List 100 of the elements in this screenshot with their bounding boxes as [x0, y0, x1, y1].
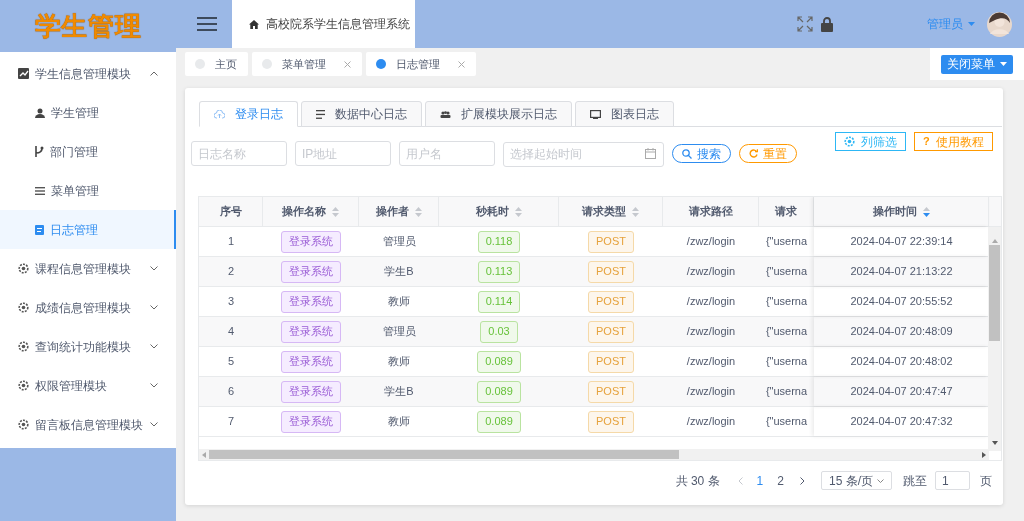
- table-cell-text: 教师: [388, 414, 410, 430]
- page-tag[interactable]: 菜单管理: [252, 52, 362, 76]
- scroll-up-icon[interactable]: [991, 239, 998, 243]
- page-jump-field[interactable]: 1: [935, 471, 970, 490]
- sort-icon[interactable]: [632, 206, 639, 217]
- table-cell-text: {"userna: [765, 294, 808, 310]
- tag: POST: [588, 380, 634, 403]
- column-header: 请求路径: [663, 197, 759, 226]
- menu-item[interactable]: 学生管理: [0, 93, 176, 132]
- tag: POST: [588, 230, 634, 253]
- tag: 登录系统: [281, 230, 341, 253]
- monitor-icon: [590, 109, 601, 119]
- chevron-down-icon: [150, 305, 158, 310]
- table-cell-text: /zwz/login: [686, 264, 736, 280]
- tab[interactable]: 扩展模块展示日志: [425, 101, 572, 127]
- gear-icon: [18, 302, 29, 313]
- chevron-down-icon: [150, 266, 158, 271]
- scroll-down-icon[interactable]: [991, 441, 998, 445]
- close-icon[interactable]: [458, 60, 465, 68]
- fullscreen-icon[interactable]: [797, 16, 813, 32]
- scroll-right-icon[interactable]: [982, 451, 986, 458]
- tag: 0.113: [477, 260, 521, 283]
- sort-icon[interactable]: [414, 206, 422, 217]
- tag: 0.089: [477, 410, 521, 433]
- table-cell-text: {"userna: [765, 264, 808, 280]
- table-cell-text: {"userna: [765, 384, 808, 400]
- tag: 登录系统: [281, 320, 341, 343]
- menu-group[interactable]: 课程信息管理模块: [0, 249, 176, 288]
- caret-icon: [968, 22, 975, 26]
- menu-item[interactable]: 部门管理: [0, 132, 176, 171]
- list-icon: [316, 109, 325, 119]
- table-cell-text: /zwz/login: [686, 294, 736, 310]
- search-field[interactable]: 用户名: [399, 141, 495, 166]
- table-cell-text: 2: [227, 264, 235, 280]
- gear-icon: [18, 380, 29, 391]
- table-cell-text: 2024-04-07 20:55:52: [850, 294, 953, 310]
- tab[interactable]: 登录日志: [199, 101, 298, 127]
- table-cell-text: 管理员: [382, 234, 416, 250]
- tag: 登录系统: [281, 260, 341, 283]
- close-icon[interactable]: [344, 60, 351, 68]
- page-size-select[interactable]: 15 条/页: [821, 471, 892, 490]
- settings-icon: [844, 136, 855, 147]
- gear-icon: [18, 263, 29, 274]
- avatar[interactable]: [987, 11, 1012, 37]
- tag: 0.114: [477, 290, 521, 313]
- column-header[interactable]: 操作时间: [814, 197, 989, 226]
- menu-group[interactable]: 留言板信息管理模块: [0, 405, 176, 444]
- tag: 0.118: [477, 230, 521, 253]
- page-tag[interactable]: 日志管理: [366, 52, 476, 76]
- menu-group[interactable]: 权限管理模块: [0, 366, 176, 405]
- table-cell-text: {"userna: [765, 234, 808, 250]
- jump-label: 跳至: [903, 472, 927, 490]
- chevron-down-icon: [150, 344, 158, 349]
- tag: 登录系统: [281, 290, 341, 313]
- document-icon: [35, 224, 44, 235]
- vertical-scrollbar-thumb[interactable]: [989, 245, 1000, 341]
- table-cell-text: {"userna: [765, 324, 808, 340]
- table-cell-text: {"userna: [765, 354, 808, 370]
- sort-icon[interactable]: [332, 206, 339, 217]
- sort-icon[interactable]: [514, 206, 522, 217]
- menu-group[interactable]: 查询统计功能模块: [0, 327, 176, 366]
- column-header[interactable]: 操作名称: [263, 197, 359, 226]
- page-suffix: 页: [980, 472, 992, 490]
- search-field[interactable]: 日志名称: [191, 141, 287, 166]
- tag: POST: [588, 290, 634, 313]
- gear-icon: [18, 341, 29, 352]
- table-cell-text: 2024-04-07 21:13:22: [850, 264, 953, 280]
- table-cell-text: /zwz/login: [686, 384, 736, 400]
- tab[interactable]: 数据中心日志: [301, 101, 422, 127]
- tag: POST: [588, 260, 634, 283]
- table-cell-text: 4: [227, 324, 235, 340]
- tag: 0.089: [477, 380, 521, 403]
- table-cell-text: 教师: [388, 354, 410, 370]
- tag: POST: [588, 350, 634, 373]
- lock-icon[interactable]: [821, 16, 833, 32]
- scroll-left-icon[interactable]: [202, 451, 206, 458]
- page-button[interactable]: 2: [777, 471, 784, 490]
- refresh-icon: [749, 149, 758, 158]
- menu-group[interactable]: 成绩信息管理模块: [0, 288, 176, 327]
- menu-group[interactable]: 学生信息管理模块: [0, 54, 176, 93]
- next-page-icon[interactable]: [800, 476, 805, 485]
- sort-icon[interactable]: [922, 206, 930, 217]
- column-header[interactable]: 秒耗时: [439, 197, 559, 226]
- table-cell-text: /zwz/login: [686, 414, 736, 430]
- tag: 登录系统: [281, 380, 341, 403]
- search-icon: [682, 148, 692, 159]
- tab[interactable]: 图表日志: [575, 101, 674, 127]
- column-header[interactable]: 请求类型: [559, 197, 663, 226]
- table-cell-text: 2024-04-07 20:48:02: [850, 354, 953, 370]
- home-icon[interactable]: [249, 19, 259, 29]
- table-cell-text: /zwz/login: [686, 234, 736, 250]
- menu-item[interactable]: 菜单管理: [0, 171, 176, 210]
- upload-cloud-icon: [214, 109, 225, 119]
- horizontal-scrollbar-thumb[interactable]: [209, 450, 679, 459]
- table-cell-text: 2024-04-07 22:39:14: [850, 234, 953, 250]
- previous-page-icon[interactable]: [737, 476, 743, 485]
- page-tag[interactable]: 主页: [185, 52, 248, 76]
- column-header[interactable]: 操作者: [359, 197, 439, 226]
- menu-icon[interactable]: [197, 16, 217, 32]
- table-cell-text: 6: [227, 384, 235, 400]
